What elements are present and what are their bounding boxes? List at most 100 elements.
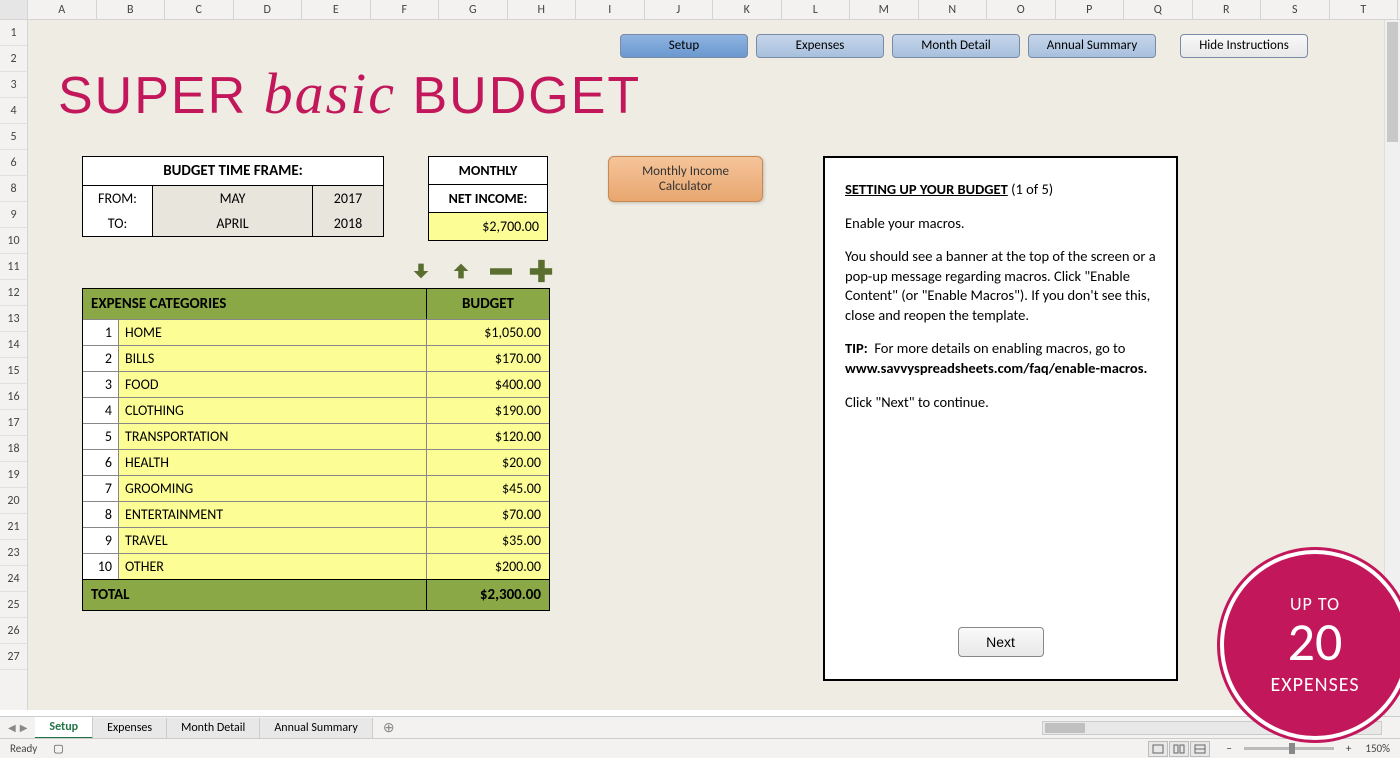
to-month-cell[interactable]: APRIL: [153, 211, 313, 236]
column-header[interactable]: K: [713, 0, 782, 19]
view-page-break-icon[interactable]: [1190, 741, 1210, 757]
select-all-corner[interactable]: [0, 0, 28, 19]
add-icon[interactable]: [528, 258, 554, 284]
row-header[interactable]: 19: [0, 462, 27, 488]
row-header[interactable]: 27: [0, 644, 27, 670]
row-header[interactable]: 15: [0, 358, 27, 384]
remove-icon[interactable]: [488, 258, 514, 284]
sheet-tab-month[interactable]: Month Detail: [167, 718, 260, 738]
row-header[interactable]: 24: [0, 566, 27, 592]
category-name-cell[interactable]: ENTERTAINMENT: [119, 502, 427, 527]
column-header[interactable]: B: [97, 0, 166, 19]
category-amount-cell[interactable]: $35.00: [427, 528, 549, 553]
column-header[interactable]: S: [1261, 0, 1330, 19]
sheet-tab-expenses[interactable]: Expenses: [93, 718, 167, 738]
view-page-layout-icon[interactable]: [1169, 741, 1189, 757]
row-header[interactable]: 13: [0, 306, 27, 332]
row-header[interactable]: 8: [0, 176, 27, 202]
zoom-thumb[interactable]: [1289, 743, 1295, 754]
row-header[interactable]: 11: [0, 254, 27, 280]
column-header[interactable]: G: [439, 0, 508, 19]
to-year-cell[interactable]: 2018: [313, 211, 383, 236]
column-header[interactable]: A: [28, 0, 97, 19]
row-header[interactable]: 26: [0, 618, 27, 644]
add-sheet-button[interactable]: ⊕: [373, 719, 405, 736]
row-header[interactable]: 10: [0, 228, 27, 254]
category-name-cell[interactable]: CLOTHING: [119, 398, 427, 423]
from-year-cell[interactable]: 2017: [313, 186, 383, 211]
category-name-cell[interactable]: HOME: [119, 320, 427, 345]
row-header[interactable]: 1: [0, 20, 27, 46]
move-down-icon[interactable]: [408, 258, 434, 284]
row-header[interactable]: 2: [0, 46, 27, 72]
column-header[interactable]: C: [165, 0, 234, 19]
row-header[interactable]: 14: [0, 332, 27, 358]
category-name-cell[interactable]: BILLS: [119, 346, 427, 371]
column-header[interactable]: M: [850, 0, 919, 19]
column-header[interactable]: D: [234, 0, 303, 19]
category-name-cell[interactable]: TRAVEL: [119, 528, 427, 553]
zoom-in-button[interactable]: +: [1342, 742, 1355, 755]
category-amount-cell[interactable]: $45.00: [427, 476, 549, 501]
category-name-cell[interactable]: HEALTH: [119, 450, 427, 475]
row-header[interactable]: 16: [0, 384, 27, 410]
sheet-tab-annual[interactable]: Annual Summary: [260, 718, 372, 738]
hide-instructions-button[interactable]: Hide Instructions: [1180, 34, 1308, 58]
hscroll-thumb[interactable]: [1045, 723, 1085, 733]
worksheet-canvas[interactable]: SUPER basic BUDGET Setup Expenses Month …: [28, 20, 1400, 710]
income-calculator-button[interactable]: Monthly Income Calculator: [608, 156, 763, 202]
category-name-cell[interactable]: OTHER: [119, 554, 427, 579]
macro-record-icon[interactable]: ▢: [53, 742, 63, 755]
category-amount-cell[interactable]: $170.00: [427, 346, 549, 371]
column-header[interactable]: F: [371, 0, 440, 19]
column-header[interactable]: T: [1330, 0, 1399, 19]
row-header[interactable]: 6: [0, 150, 27, 176]
column-header[interactable]: R: [1193, 0, 1262, 19]
tab-nav-arrows[interactable]: ◀▶: [0, 721, 35, 734]
row-header[interactable]: 17: [0, 410, 27, 436]
view-normal-icon[interactable]: [1148, 741, 1168, 757]
column-header[interactable]: J: [645, 0, 714, 19]
nav-setup-button[interactable]: Setup: [620, 34, 748, 58]
nav-month-button[interactable]: Month Detail: [892, 34, 1020, 58]
category-amount-cell[interactable]: $1,050.00: [427, 320, 549, 345]
row-header[interactable]: 12: [0, 280, 27, 306]
column-header[interactable]: Q: [1124, 0, 1193, 19]
category-amount-cell[interactable]: $20.00: [427, 450, 549, 475]
zoom-level[interactable]: 150%: [1365, 742, 1390, 755]
row-header[interactable]: 5: [0, 124, 27, 150]
vscroll-thumb[interactable]: [1387, 22, 1398, 142]
category-name-cell[interactable]: GROOMING: [119, 476, 427, 501]
row-header[interactable]: 4: [0, 98, 27, 124]
row-header[interactable]: 9: [0, 202, 27, 228]
row-header[interactable]: 23: [0, 540, 27, 566]
zoom-out-button[interactable]: −: [1222, 742, 1235, 755]
row-header[interactable]: 21: [0, 514, 27, 540]
from-month-cell[interactable]: MAY: [153, 186, 313, 211]
column-header[interactable]: E: [302, 0, 371, 19]
row-header[interactable]: 20: [0, 488, 27, 514]
column-header[interactable]: N: [919, 0, 988, 19]
category-amount-cell[interactable]: $70.00: [427, 502, 549, 527]
category-amount-cell[interactable]: $400.00: [427, 372, 549, 397]
category-name-cell[interactable]: FOOD: [119, 372, 427, 397]
sheet-tab-setup[interactable]: Setup: [35, 717, 93, 739]
column-header[interactable]: P: [1056, 0, 1125, 19]
nav-expenses-button[interactable]: Expenses: [756, 34, 884, 58]
category-amount-cell[interactable]: $120.00: [427, 424, 549, 449]
next-button[interactable]: Next: [958, 627, 1044, 657]
zoom-slider[interactable]: [1244, 747, 1334, 750]
row-header[interactable]: 18: [0, 436, 27, 462]
category-amount-cell[interactable]: $190.00: [427, 398, 549, 423]
column-header[interactable]: L: [782, 0, 851, 19]
column-header[interactable]: O: [987, 0, 1056, 19]
move-up-icon[interactable]: [448, 258, 474, 284]
column-header[interactable]: H: [508, 0, 577, 19]
column-header[interactable]: I: [576, 0, 645, 19]
nav-annual-button[interactable]: Annual Summary: [1028, 34, 1156, 58]
row-header[interactable]: 3: [0, 72, 27, 98]
category-name-cell[interactable]: TRANSPORTATION: [119, 424, 427, 449]
category-amount-cell[interactable]: $200.00: [427, 554, 549, 579]
net-income-value[interactable]: $2,700.00: [429, 213, 547, 240]
row-header[interactable]: 25: [0, 592, 27, 618]
